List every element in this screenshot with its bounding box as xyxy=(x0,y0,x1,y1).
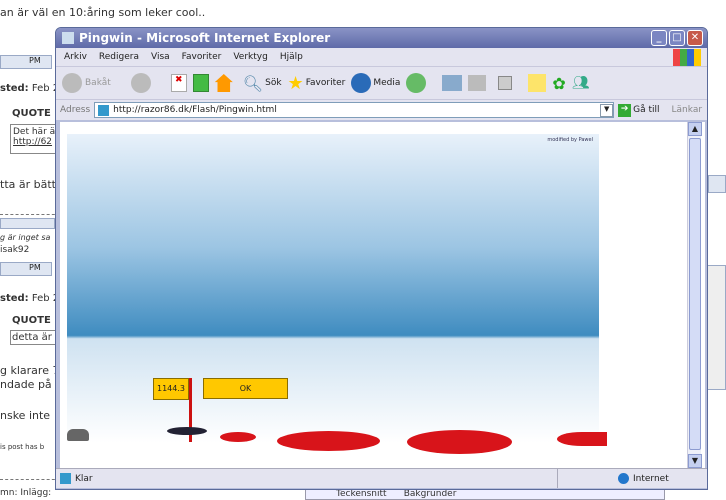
blood-splat xyxy=(277,431,380,451)
quote-box: Det här ä http://62 xyxy=(10,124,60,154)
favorites-button[interactable]: ★ Favoriter xyxy=(288,73,346,94)
dropdown-icon[interactable]: ▼ xyxy=(600,103,614,117)
status-bar: Klar Internet xyxy=(56,468,707,488)
address-bar: Adress http://razor86.dk/Flash/Pingwin.h… xyxy=(56,100,707,120)
quote-box-2: detta är xyxy=(10,330,60,345)
menu-favoriter[interactable]: Favoriter xyxy=(182,52,222,62)
globe-icon xyxy=(618,473,629,484)
post-text-3: ndade på s xyxy=(0,378,61,391)
address-label: Adress xyxy=(60,105,91,115)
window-title: Pingwin - Microsoft Internet Explorer xyxy=(79,31,331,45)
toolbar: Bakåt ✖ 🔍︎ Sök ★ Favoriter Media ✿ 👥︎ xyxy=(56,67,707,100)
signature: g är inget sa xyxy=(0,233,51,242)
status-text: Klar xyxy=(75,473,93,484)
media-icon xyxy=(351,73,372,93)
post-text-2: g klarare 7 xyxy=(0,364,60,377)
history-icon[interactable] xyxy=(406,73,427,93)
posted-label-2: sted: Feb 2 xyxy=(0,293,60,304)
zone-panel: Internet xyxy=(557,469,707,488)
links-button[interactable]: Länkar xyxy=(672,105,703,115)
menu-hjalp[interactable]: Hjälp xyxy=(280,52,303,62)
notes-icon[interactable] xyxy=(528,74,547,92)
username: isak92 xyxy=(0,245,30,255)
blood-splat xyxy=(557,432,607,446)
blood-splat xyxy=(407,430,512,454)
back-arrow-icon xyxy=(62,73,82,93)
maximize-button[interactable]: □ xyxy=(669,30,685,46)
ie-window: Pingwin - Microsoft Internet Explorer _ … xyxy=(55,27,708,490)
menu-bar: Arkiv Redigera Visa Favoriter Verktyg Hj… xyxy=(56,48,707,67)
windows-logo-icon xyxy=(673,49,701,66)
page-icon xyxy=(98,104,110,116)
refresh-icon[interactable] xyxy=(192,74,209,92)
edit-icon[interactable] xyxy=(498,76,513,90)
minimize-button[interactable]: _ xyxy=(651,30,667,46)
forum-text: an är väl en 10:åring som leker cool.. xyxy=(0,6,206,19)
search-icon: 🔍︎ xyxy=(242,73,264,93)
close-button[interactable]: ✕ xyxy=(687,30,703,46)
menu-arkiv[interactable]: Arkiv xyxy=(64,52,87,62)
edited-note: is post has b xyxy=(0,443,45,451)
media-button[interactable]: Media xyxy=(351,73,400,93)
pm-button[interactable]: PM xyxy=(0,55,52,69)
quote-label: QUOTE ( xyxy=(12,108,59,119)
print-icon[interactable] xyxy=(468,75,487,91)
menu-verktyg[interactable]: Verktyg xyxy=(233,52,267,62)
side-panel xyxy=(708,175,726,193)
search-button[interactable]: 🔍︎ Sök xyxy=(243,74,282,93)
signature-banner xyxy=(0,218,55,229)
post-text-4: nske inte xyxy=(0,409,51,422)
page-status-icon xyxy=(60,473,71,484)
ok-button[interactable]: OK xyxy=(203,378,288,399)
mail-icon[interactable] xyxy=(442,75,463,91)
go-arrow-icon: ➔ xyxy=(618,103,632,117)
posted-label: sted: Feb 2 xyxy=(0,83,60,94)
blood-splat xyxy=(220,432,256,442)
url-input[interactable]: http://razor86.dk/Flash/Pingwin.html ▼ xyxy=(94,102,615,118)
icq-icon[interactable]: ✿ xyxy=(552,74,565,93)
scroll-up-icon[interactable]: ▲ xyxy=(688,122,702,136)
yeti-icon xyxy=(67,429,89,441)
scroll-down-icon[interactable]: ▼ xyxy=(688,454,702,468)
star-icon: ★ xyxy=(287,72,304,94)
go-button[interactable]: ➔ Gå till xyxy=(618,103,660,117)
back-button[interactable]: Bakåt xyxy=(62,73,111,93)
pm-button-2[interactable]: PM xyxy=(0,262,52,276)
post-text: tta är bätt xyxy=(0,178,56,191)
game-credit: modified by Pawel xyxy=(547,137,593,143)
distance-display: 1144.3 xyxy=(153,378,189,400)
footer-text: mn: Inlägg: xyxy=(0,488,52,498)
page-content: modified by Pawel 1144.3 OK ▲ ▼ xyxy=(60,122,705,468)
title-bar[interactable]: Pingwin - Microsoft Internet Explorer _ … xyxy=(56,28,707,48)
messenger-icon[interactable]: 👥︎ xyxy=(572,75,590,91)
menu-visa[interactable]: Visa xyxy=(151,52,170,62)
menu-redigera[interactable]: Redigera xyxy=(99,52,139,62)
flash-game[interactable]: modified by Pawel 1144.3 OK xyxy=(67,134,607,459)
ie-page-icon xyxy=(62,32,74,44)
vertical-scrollbar[interactable]: ▲ ▼ xyxy=(687,122,702,468)
home-icon[interactable] xyxy=(214,74,233,92)
scroll-thumb[interactable] xyxy=(689,138,701,450)
stop-icon[interactable]: ✖ xyxy=(170,74,187,92)
forward-button[interactable] xyxy=(130,73,151,93)
quote-label-2: QUOTE ( xyxy=(12,315,59,326)
penguin-icon xyxy=(167,427,207,435)
